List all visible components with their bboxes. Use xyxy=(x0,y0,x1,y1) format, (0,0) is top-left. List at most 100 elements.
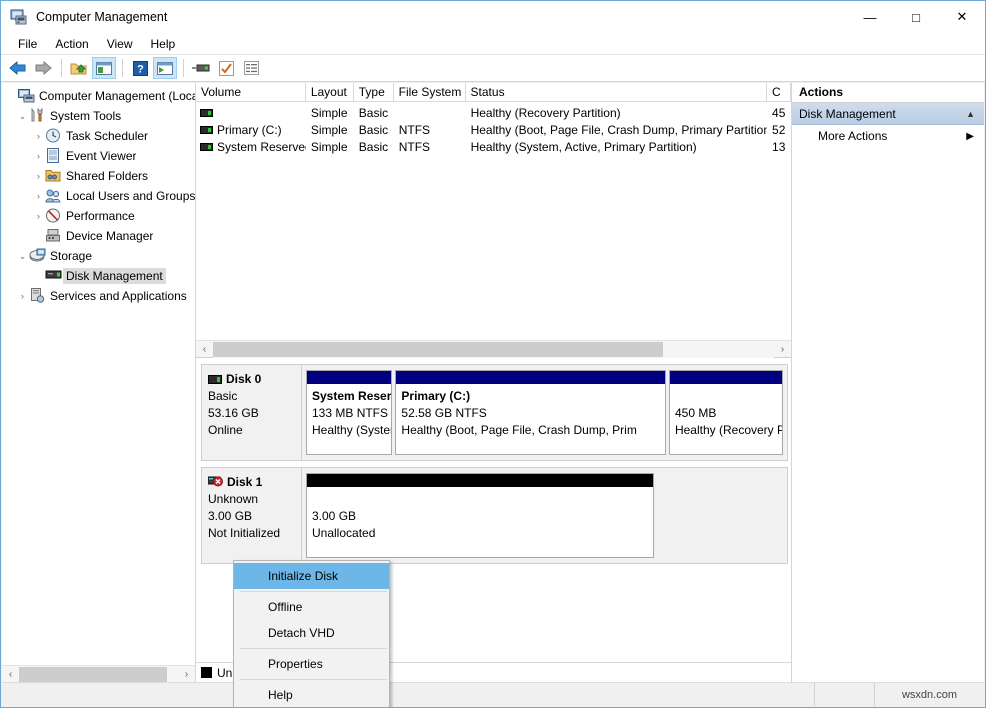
chevron-right-icon[interactable]: ▶ xyxy=(966,131,974,142)
column-header-capacity[interactable]: C xyxy=(767,83,791,101)
rescan-disks-icon[interactable] xyxy=(189,57,213,79)
expander-icon[interactable]: › xyxy=(32,211,45,221)
table-row[interactable]: Simple Basic Healthy (Recovery Partition… xyxy=(196,104,791,121)
disk-info-panel[interactable]: Disk 1 Unknown 3.00 GB Not Initialized xyxy=(202,468,302,563)
maximize-button[interactable]: □ xyxy=(893,1,939,33)
menu-item-help[interactable]: Help xyxy=(234,682,389,707)
menu-view[interactable]: View xyxy=(98,35,142,53)
menu-item-initialize-disk[interactable]: Initialize Disk xyxy=(234,563,389,589)
column-header-file-system[interactable]: File System xyxy=(393,83,466,101)
menu-item-offline[interactable]: Offline xyxy=(234,594,389,620)
disk-partitions: 3.00 GB Unallocated xyxy=(302,468,787,563)
scrollbar-track[interactable] xyxy=(213,340,774,358)
forward-icon[interactable] xyxy=(31,57,55,79)
status-message xyxy=(2,683,814,706)
tree-item-shared-folders[interactable]: › Shared Folders xyxy=(2,166,195,186)
expander-icon[interactable]: › xyxy=(16,291,29,301)
check-icon[interactable] xyxy=(214,57,238,79)
actions-pane: Actions Disk Management ▲ More Actions ▶ xyxy=(792,83,984,682)
cell-volume: Primary (C:) xyxy=(217,122,282,137)
partition-system-reserved[interactable]: System Reserved 133 MB NTFS Healthy (Sys… xyxy=(306,370,393,455)
cell-type: Basic xyxy=(358,105,389,120)
tree-item-label: Local Users and Groups xyxy=(66,189,195,203)
table-row[interactable]: Primary (C:) Simple Basic NTFS Healthy (… xyxy=(196,121,791,138)
chevron-up-icon[interactable]: ▲ xyxy=(966,109,975,119)
scroll-left-arrow-icon[interactable]: ‹ xyxy=(2,666,19,683)
tree-item-label: Device Manager xyxy=(66,229,154,243)
actions-section-label: Disk Management xyxy=(799,106,896,121)
properties-icon[interactable] xyxy=(239,57,263,79)
scroll-left-arrow-icon[interactable]: ‹ xyxy=(196,341,213,358)
scrollbar-thumb[interactable] xyxy=(213,341,663,357)
toolbar-separator xyxy=(183,59,184,77)
column-header-volume[interactable]: Volume xyxy=(196,83,306,101)
disk-management-icon xyxy=(45,268,62,284)
help-icon[interactable]: ? xyxy=(128,57,152,79)
volume-list-horizontal-scrollbar[interactable]: ‹ › xyxy=(196,340,791,358)
title-bar: Computer Management — □ ✕ xyxy=(1,1,985,33)
tree-item-storage[interactable]: ⌄ Storage xyxy=(2,246,195,266)
menu-file[interactable]: File xyxy=(9,35,46,53)
disk-size: 53.16 GB xyxy=(208,406,259,420)
tree-horizontal-scrollbar[interactable]: ‹ › xyxy=(2,665,195,683)
up-folder-icon[interactable] xyxy=(67,57,91,79)
disk-info-panel[interactable]: Disk 0 Basic 53.16 GB Online xyxy=(202,365,302,460)
tree-item-event-viewer[interactable]: › Event Viewer xyxy=(2,146,195,166)
expander-icon[interactable]: ⌄ xyxy=(16,111,29,122)
disk-partitions: System Reserved 133 MB NTFS Healthy (Sys… xyxy=(302,365,787,460)
device-manager-icon xyxy=(45,228,62,244)
disk-row-0[interactable]: Disk 0 Basic 53.16 GB Online System Rese… xyxy=(201,364,788,461)
partition-color-bar xyxy=(307,371,392,384)
expander-icon[interactable]: › xyxy=(32,131,45,141)
sidebar-item-disk-management[interactable]: Disk Management xyxy=(2,266,195,286)
close-button[interactable]: ✕ xyxy=(939,1,985,33)
tree-item-computer-management[interactable]: Computer Management (Local xyxy=(2,86,195,106)
partition-unallocated[interactable]: 3.00 GB Unallocated xyxy=(306,473,654,558)
column-header-type[interactable]: Type xyxy=(353,83,394,101)
menu-action[interactable]: Action xyxy=(46,35,97,53)
tree-item-task-scheduler[interactable]: › Task Scheduler xyxy=(2,126,195,146)
cell-file-system: NTFS xyxy=(398,122,431,137)
disk-type: Basic xyxy=(208,389,238,403)
partition-status: Healthy (System, xyxy=(312,423,391,437)
disk-size: 3.00 GB xyxy=(208,509,253,523)
expander-icon[interactable]: › xyxy=(32,151,45,161)
scrollbar-thumb[interactable] xyxy=(19,666,167,682)
back-icon[interactable] xyxy=(6,57,30,79)
tree-item-system-tools[interactable]: ⌄ System Tools xyxy=(2,106,195,126)
scroll-right-arrow-icon[interactable]: › xyxy=(774,341,791,358)
tree-item-local-users-and-groups[interactable]: › Local Users and Groups xyxy=(2,186,195,206)
menu-item-detach-vhd[interactable]: Detach VHD xyxy=(234,620,389,646)
window-title: Computer Management xyxy=(36,10,168,24)
actions-section-disk-management[interactable]: Disk Management ▲ xyxy=(792,103,984,125)
partition-recovery[interactable]: 450 MB Healthy (Recovery Part xyxy=(668,370,783,455)
tree-item-label: Event Viewer xyxy=(66,149,137,163)
disk-icon xyxy=(208,375,222,384)
tree-item-label: Services and Applications xyxy=(50,289,187,303)
expander-icon[interactable]: › xyxy=(32,171,45,181)
action-more-actions[interactable]: More Actions ▶ xyxy=(792,125,984,147)
tree-item-label: System Tools xyxy=(50,109,122,123)
cell-status: Healthy (Boot, Page File, Crash Dump, Pr… xyxy=(470,122,768,137)
expander-icon[interactable]: ⌄ xyxy=(16,251,29,262)
disk-row-1[interactable]: Disk 1 Unknown 3.00 GB Not Initialized 3… xyxy=(201,467,788,564)
watermark: wsxdn.com xyxy=(874,683,984,706)
partition-primary-c[interactable]: Primary (C:) 52.58 GB NTFS Healthy (Boot… xyxy=(395,370,666,455)
expander-icon[interactable]: › xyxy=(32,191,45,201)
menu-item-properties[interactable]: Properties xyxy=(234,651,389,677)
menu-help[interactable]: Help xyxy=(142,35,185,53)
cell-type: Basic xyxy=(358,139,389,154)
tools-icon xyxy=(29,107,46,124)
partition-size-fs: 450 MB xyxy=(674,406,717,420)
scroll-right-arrow-icon[interactable]: › xyxy=(178,666,195,683)
tree-item-services-and-applications[interactable]: › Services and Applications xyxy=(2,286,195,306)
tree-item-performance[interactable]: › Performance xyxy=(2,206,195,226)
scrollbar-track[interactable] xyxy=(19,665,178,683)
minimize-button[interactable]: — xyxy=(847,1,893,33)
show-console-tree-icon[interactable] xyxy=(92,57,116,79)
column-header-status[interactable]: Status xyxy=(465,83,768,101)
tree-item-device-manager[interactable]: Device Manager xyxy=(2,226,195,246)
table-row[interactable]: System Reserved Simple Basic NTFS Health… xyxy=(196,138,791,155)
column-header-layout[interactable]: Layout xyxy=(305,83,354,101)
show-action-pane-icon[interactable] xyxy=(153,57,177,79)
